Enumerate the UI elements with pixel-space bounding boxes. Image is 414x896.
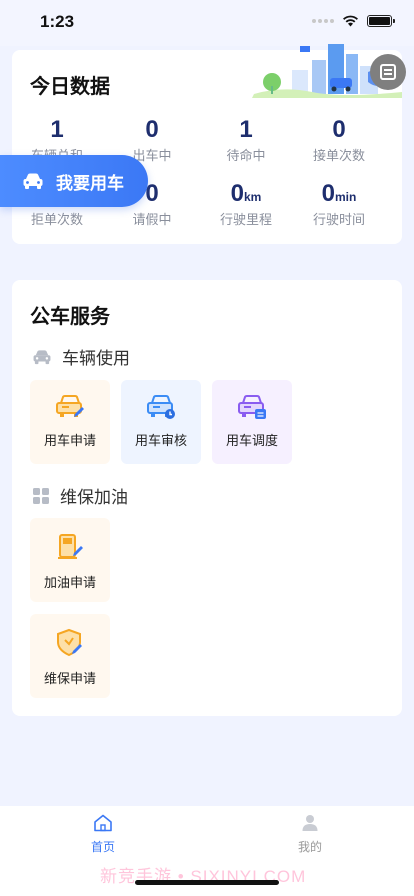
section-title: 车辆使用	[62, 349, 130, 369]
stat-value: 1	[50, 116, 64, 143]
stat-label: 行驶里程	[219, 213, 272, 228]
signal-icon	[312, 18, 334, 23]
tile-label: 维保申请	[43, 672, 96, 687]
stat-label: 请假中	[132, 213, 172, 228]
fuel-apply-tile[interactable]: 加油申请	[30, 518, 110, 602]
today-data-card: 今日数据 1 车辆总和 0 出车中 1 待命中 0 接单次数 0 拒单次数 0 …	[12, 44, 402, 244]
stat-standby: 1 待命中	[201, 116, 291, 164]
car-icon	[23, 173, 43, 189]
window-icon	[380, 64, 396, 80]
tile-label: 加油申请	[43, 576, 96, 591]
stat-unit: min	[335, 190, 357, 204]
fuel-apply-icon	[58, 534, 83, 559]
stat-drive-time: 0min 行驶时间	[294, 180, 384, 228]
request-car-button[interactable]: 我要用车	[0, 155, 148, 207]
car-dispatch-icon	[238, 395, 266, 419]
stat-label: 接单次数	[312, 149, 365, 164]
maintenance-apply-tile[interactable]: 维保申请	[30, 614, 110, 698]
battery-icon	[367, 14, 395, 27]
stat-unit: km	[244, 190, 262, 204]
tab-mine[interactable]: 我的	[270, 814, 350, 855]
today-data-title: 今日数据	[30, 74, 110, 98]
status-time: 1:23	[40, 12, 75, 31]
stat-label: 行驶时间	[312, 213, 365, 228]
stat-value: 1	[239, 116, 253, 143]
stat-label: 拒单次数	[30, 213, 83, 228]
stat-value: 0	[145, 116, 159, 143]
stat-value: 0	[230, 180, 244, 207]
car-apply-icon	[56, 395, 84, 417]
section-title: 维保加油	[60, 488, 128, 508]
car-icon	[33, 349, 51, 364]
section-vehicle-use: 车辆使用	[32, 344, 130, 369]
stat-orders-accepted: 0 接单次数	[294, 116, 384, 164]
service-card: 公车服务 车辆使用 用车申请 用车审核 用车调度 维保加油 加油申请 维保申请	[12, 280, 402, 716]
car-apply-tile[interactable]: 用车申请	[30, 380, 110, 464]
car-review-tile[interactable]: 用车审核	[121, 380, 201, 464]
home-indicator	[135, 880, 279, 885]
wifi-icon	[343, 15, 358, 27]
stat-value: 0	[321, 180, 335, 207]
tile-label: 用车申请	[43, 434, 96, 449]
stat-label: 待命中	[226, 149, 266, 164]
maintenance-apply-icon	[57, 628, 82, 657]
status-bar: 1:23	[0, 0, 414, 46]
tile-label: 用车调度	[225, 434, 278, 449]
service-title: 公车服务	[30, 304, 110, 328]
tab-label: 首页	[90, 840, 115, 854]
grid-icon	[33, 487, 49, 504]
tile-label: 用车审核	[134, 434, 187, 449]
user-icon	[302, 815, 318, 831]
request-car-label: 我要用车	[56, 173, 124, 194]
home-icon	[94, 814, 112, 832]
status-icons	[312, 14, 395, 27]
stat-mileage: 0km 行驶里程	[201, 180, 291, 228]
section-maintenance-fuel: 维保加油	[32, 483, 128, 508]
tab-home[interactable]: 首页	[63, 814, 143, 855]
car-dispatch-tile[interactable]: 用车调度	[212, 380, 292, 464]
float-menu-button[interactable]	[370, 54, 406, 90]
stat-value: 0	[332, 116, 346, 143]
car-review-icon	[147, 395, 175, 419]
tab-label: 我的	[297, 840, 322, 854]
